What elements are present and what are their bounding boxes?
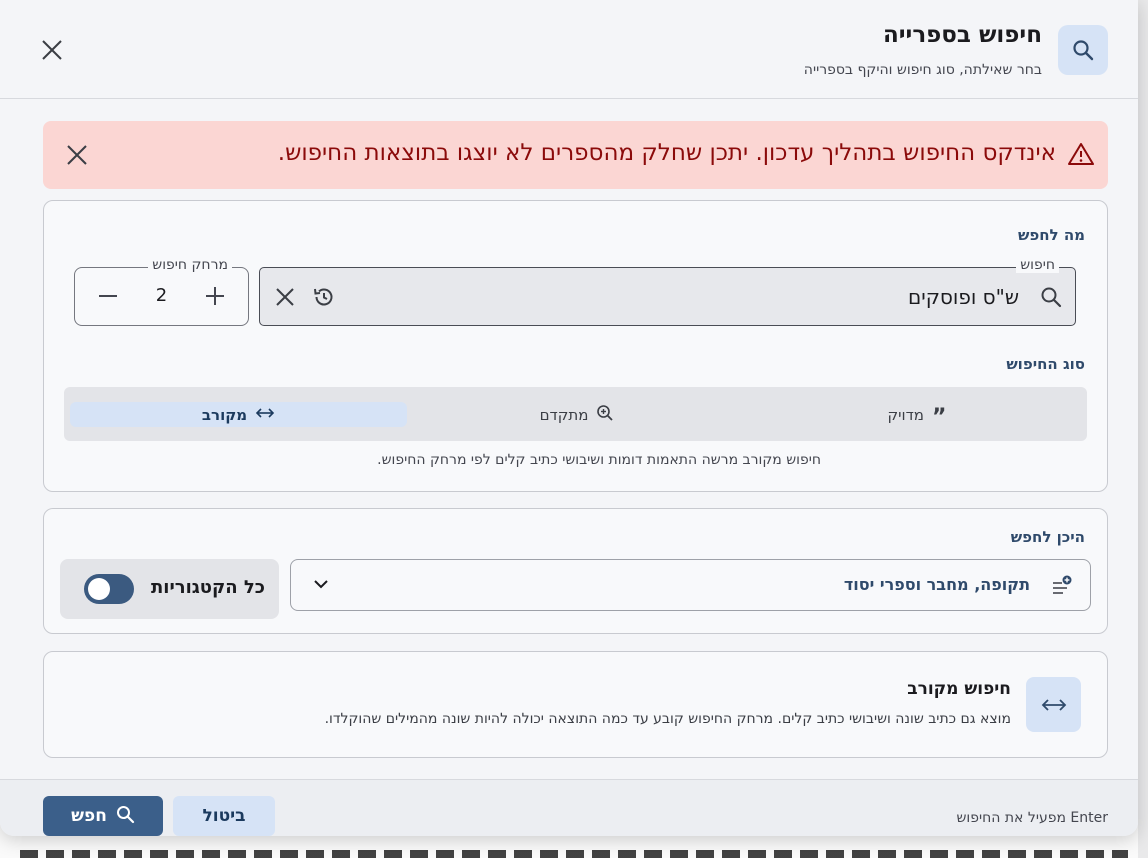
index-warning-alert: אינדקס החיפוש בתהליך עדכון. יתכן שחלק מה… xyxy=(43,121,1108,189)
search-type-fuzzy-label: מקורב xyxy=(201,405,248,424)
search-dialog: חיפוש בספרייה בחר שאילתה, סוג חיפוש והיק… xyxy=(0,0,1138,836)
cancel-button-label: ביטול xyxy=(202,806,246,826)
search-type-fuzzy[interactable]: מקורב xyxy=(70,402,407,427)
search-type-section-title: סוג החיפוש xyxy=(1006,355,1085,373)
dialog-header: חיפוש בספרייה בחר שאילתה, סוג חיפוש והיק… xyxy=(0,0,1138,99)
search-input[interactable]: ש"ס ופוסקים xyxy=(908,285,1019,309)
all-categories-label: כל הקטגוריות xyxy=(150,577,265,598)
search-button-label: חפש xyxy=(71,806,107,826)
search-button[interactable]: חפש xyxy=(43,796,163,836)
dialog-subtitle: בחר שאילתה, סוג חיפוש והיקף בספרייה xyxy=(803,62,1042,78)
where-section-title: היכן לחפש xyxy=(1010,528,1085,546)
close-icon[interactable] xyxy=(40,38,64,62)
zoom-in-icon xyxy=(596,404,614,426)
enter-hint: Enter מפעיל את החיפוש xyxy=(956,810,1109,826)
search-field-label: חיפוש xyxy=(1016,257,1059,273)
mode-description: מוצא גם כתיב שונה ושיבושי כתיב קלים. מרח… xyxy=(324,711,1011,727)
cancel-button[interactable]: ביטול xyxy=(173,796,275,836)
quote-icon: ” xyxy=(932,404,947,430)
search-icon xyxy=(1039,285,1063,313)
all-categories-box: כל הקטגוריות xyxy=(60,559,279,619)
arrows-horizontal-icon xyxy=(255,406,275,424)
search-type-segmented: ” מדויק מתקדם מקורב xyxy=(64,387,1087,441)
dialog-title: חיפוש בספרייה xyxy=(882,22,1042,48)
distance-stepper: מרחק חיפוש 2 xyxy=(74,257,249,326)
scope-dropdown[interactable]: תקופה, מחבר וספרי יסוד xyxy=(290,559,1091,611)
distance-label: מרחק חיפוש xyxy=(148,257,232,273)
mode-title: חיפוש מקורב xyxy=(907,679,1011,699)
all-categories-toggle[interactable] xyxy=(84,574,134,604)
search-type-note: חיפוש מקורב מרשה התאמות דומות ושיבושי כת… xyxy=(377,452,821,468)
search-type-exact[interactable]: ” מדויק xyxy=(747,402,1087,430)
search-input-field[interactable]: חיפוש ש"ס ופוסקים xyxy=(259,257,1076,326)
toggle-knob xyxy=(88,578,110,600)
history-icon[interactable] xyxy=(312,285,336,313)
search-type-advanced[interactable]: מתקדם xyxy=(407,402,747,427)
where-to-search-card: היכן לחפש תקופה, מחבר וספרי יסוד כל הקטג… xyxy=(43,508,1108,634)
background-text-line xyxy=(20,850,1128,858)
alert-message: אינדקס החיפוש בתהליך עדכון. יתכן שחלק מה… xyxy=(277,140,1056,166)
warning-icon xyxy=(1068,142,1094,170)
chevron-down-icon xyxy=(311,574,331,598)
search-type-advanced-label: מתקדם xyxy=(539,405,589,424)
what-section-title: מה לחפש xyxy=(1017,226,1085,244)
scope-value: תקופה, מחבר וספרי יסוד xyxy=(843,575,1030,594)
mode-info-card: חיפוש מקורב מוצא גם כתיב שונה ושיבושי כת… xyxy=(43,651,1108,758)
search-icon xyxy=(1058,25,1108,75)
background-scrollbar xyxy=(1138,0,1148,858)
alert-close-icon[interactable] xyxy=(65,143,89,171)
arrows-horizontal-icon xyxy=(1026,677,1081,732)
search-icon xyxy=(115,804,135,829)
what-to-search-card: מה לחפש חיפוש ש"ס ופוסקים מרחק חיפוש 2 ס… xyxy=(43,200,1108,492)
clear-icon[interactable] xyxy=(273,285,297,313)
search-type-exact-label: מדויק xyxy=(887,405,924,424)
dialog-footer: Enter מפעיל את החיפוש ביטול חפש xyxy=(0,779,1138,836)
filter-add-icon xyxy=(1050,574,1074,602)
minus-icon[interactable] xyxy=(97,285,119,311)
